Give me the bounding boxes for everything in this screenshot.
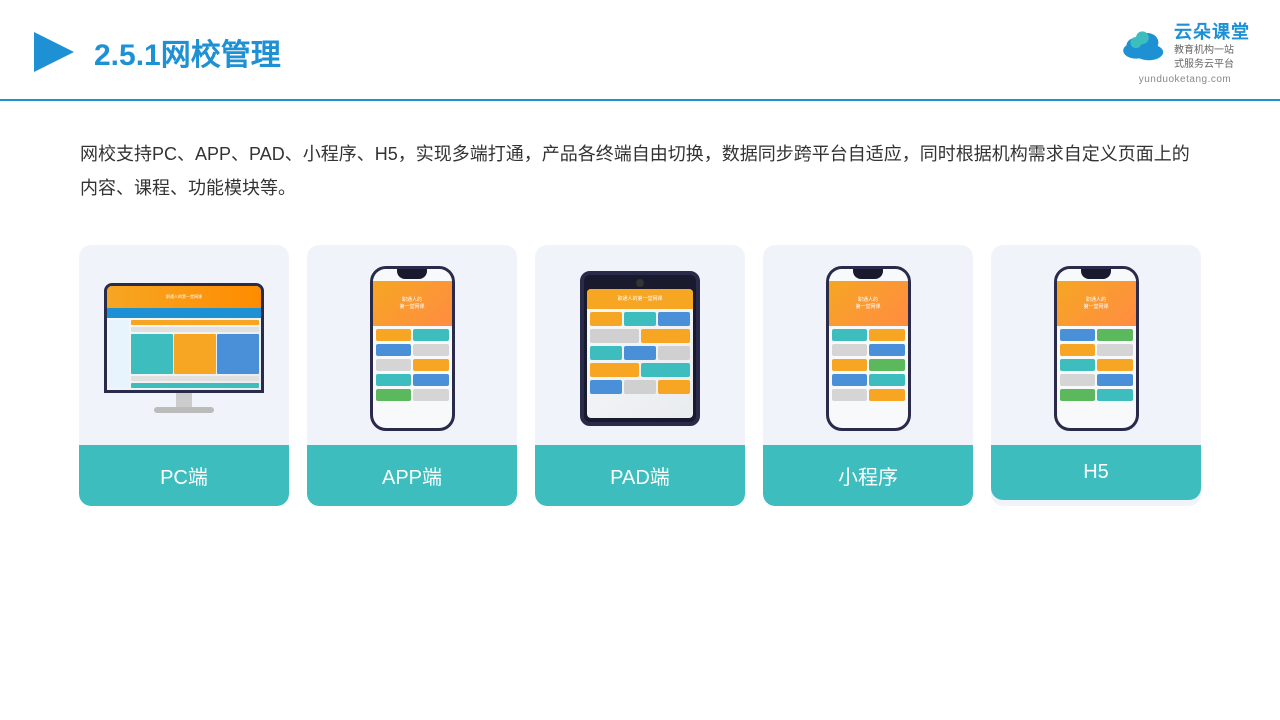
app-phone-frame: 职通人的第一堂网课: [370, 266, 455, 431]
cloud-icon: [1120, 29, 1168, 61]
s-nav: [107, 308, 261, 318]
description-paragraph: 网校支持PC、APP、PAD、小程序、H5，实现多端打通，产品各终端自由切换，数…: [80, 137, 1200, 205]
logo-url: yunduoketang.com: [1139, 74, 1232, 85]
monitor-stand-neck: [176, 393, 192, 407]
monitor-stand-base: [154, 407, 214, 413]
logo-cloud: 云朵课堂 教育机构一站式服务云平台: [1120, 18, 1250, 72]
miniprogram-image-area: 职通人的第一堂网课: [763, 245, 973, 445]
play-icon: [30, 28, 78, 76]
h5-notch: [1081, 269, 1111, 279]
monitor-screen: 职通人的第一堂网课: [107, 286, 261, 390]
miniprogram-card: 职通人的第一堂网课: [763, 245, 973, 506]
pc-monitor: 职通人的第一堂网课: [104, 283, 264, 413]
description-text: 网校支持PC、APP、PAD、小程序、H5，实现多端打通，产品各终端自由切换，数…: [0, 101, 1280, 225]
pc-label: PC端: [79, 445, 289, 506]
tablet-screen-inner: 职通人的第一堂网课: [587, 289, 693, 418]
phone-screen-inner: 职通人的第一堂网课: [373, 269, 452, 428]
miniprogram-phone-screen: 职通人的第一堂网课: [829, 269, 908, 428]
h5-label: H5: [991, 445, 1201, 500]
app-image-area: 职通人的第一堂网课: [307, 245, 517, 445]
miniprogram-label: 小程序: [763, 445, 973, 506]
pad-label: PAD端: [535, 445, 745, 506]
pad-card: 职通人的第一堂网课: [535, 245, 745, 506]
tablet-frame: 职通人的第一堂网课: [580, 271, 700, 426]
title-main: 网校管理: [161, 39, 281, 72]
s-sidebar: [109, 320, 129, 388]
pad-image-area: 职通人的第一堂网课: [535, 245, 745, 445]
screen-decorative: 职通人的第一堂网课: [107, 286, 261, 390]
s-main: [131, 320, 259, 388]
s-banner: 职通人的第一堂网课: [107, 286, 261, 308]
page-title: 2.5.1网校管理: [94, 30, 281, 74]
phone-notch: [397, 269, 427, 279]
h5-image-area: 职通人的第一堂网课: [991, 245, 1201, 445]
logo-area: 云朵课堂 教育机构一站式服务云平台 yunduoketang.com: [1120, 18, 1250, 85]
logo-text: 云朵课堂: [1174, 18, 1250, 44]
header-left: 2.5.1网校管理: [30, 28, 281, 76]
app-phone-screen: 职通人的第一堂网课: [373, 269, 452, 428]
tablet-camera: [636, 279, 644, 287]
h5-screen-inner: 职通人的第一堂网课: [1057, 269, 1136, 428]
s-body: [107, 318, 261, 390]
logo-service-text: 教育机构一站式服务云平台: [1174, 44, 1234, 72]
h5-card: 职通人的第一堂网课: [991, 245, 1201, 506]
h5-phone-screen: 职通人的第一堂网课: [1057, 269, 1136, 428]
miniprogram-screen-inner: 职通人的第一堂网课: [829, 269, 908, 428]
monitor-frame: 职通人的第一堂网课: [104, 283, 264, 393]
pc-card: 职通人的第一堂网课: [79, 245, 289, 506]
miniprogram-phone-frame: 职通人的第一堂网课: [826, 266, 911, 431]
h5-phone-frame: 职通人的第一堂网课: [1054, 266, 1139, 431]
logo-right-text: 云朵课堂 教育机构一站式服务云平台: [1174, 18, 1250, 72]
page-header: 2.5.1网校管理 云朵课堂 教育机构一站式服务云平台 yunduoketang…: [0, 0, 1280, 101]
app-card: 职通人的第一堂网课: [307, 245, 517, 506]
miniprogram-notch: [853, 269, 883, 279]
device-cards-container: 职通人的第一堂网课: [0, 225, 1280, 536]
pc-image-area: 职通人的第一堂网课: [79, 245, 289, 445]
tablet-screen: 职通人的第一堂网课: [587, 289, 693, 418]
app-label: APP端: [307, 445, 517, 506]
title-prefix: 2.5.1: [94, 39, 161, 72]
